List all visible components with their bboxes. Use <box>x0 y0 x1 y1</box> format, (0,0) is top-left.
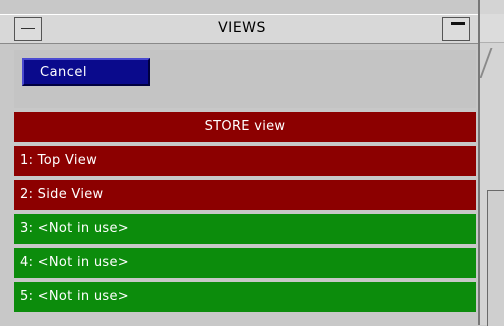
window-menu-button[interactable] <box>14 17 42 41</box>
view-slot-1[interactable]: 1: Top View <box>14 146 476 176</box>
title-bar[interactable]: VIEWS <box>0 14 478 44</box>
view-slot-3[interactable]: 3: <Not in use> <box>14 214 476 244</box>
minimize-icon <box>451 22 465 25</box>
views-window: VIEWS Cancel STORE view 1: Top View 2: S… <box>0 0 480 325</box>
view-slot-2[interactable]: 2: Side View <box>14 180 476 210</box>
views-list: STORE view 1: Top View 2: Side View 3: <… <box>14 112 476 316</box>
view-slot-5[interactable]: 5: <Not in use> <box>14 282 476 312</box>
toolbar: Cancel <box>14 50 476 108</box>
background-separator <box>479 48 493 78</box>
minimize-button[interactable] <box>442 17 470 41</box>
window-title: VIEWS <box>218 20 266 36</box>
cancel-button[interactable]: Cancel <box>22 58 150 86</box>
background-panel <box>487 190 504 326</box>
view-slot-4[interactable]: 4: <Not in use> <box>14 248 476 278</box>
background-toolbar <box>479 14 504 43</box>
store-view-button[interactable]: STORE view <box>14 112 476 142</box>
window-menu-icon <box>21 28 35 29</box>
background-application <box>478 0 504 326</box>
